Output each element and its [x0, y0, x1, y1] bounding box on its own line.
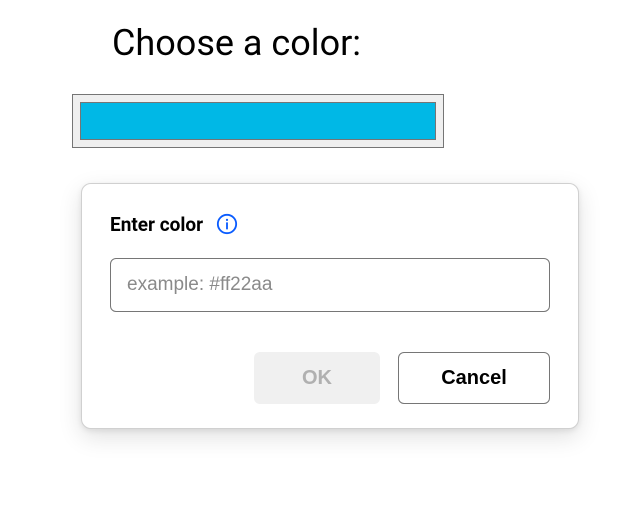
- color-dialog: Enter color OK Cancel: [81, 183, 579, 429]
- dialog-buttons: OK Cancel: [110, 352, 550, 404]
- cancel-button[interactable]: Cancel: [398, 352, 550, 404]
- dialog-title: Enter color: [110, 213, 203, 236]
- color-picker[interactable]: [72, 94, 444, 148]
- dialog-header: Enter color: [110, 212, 550, 236]
- info-icon[interactable]: [215, 212, 239, 236]
- page-title: Choose a color:: [112, 22, 635, 64]
- ok-button[interactable]: OK: [254, 352, 380, 404]
- color-input[interactable]: [110, 258, 550, 312]
- color-swatch: [80, 102, 436, 140]
